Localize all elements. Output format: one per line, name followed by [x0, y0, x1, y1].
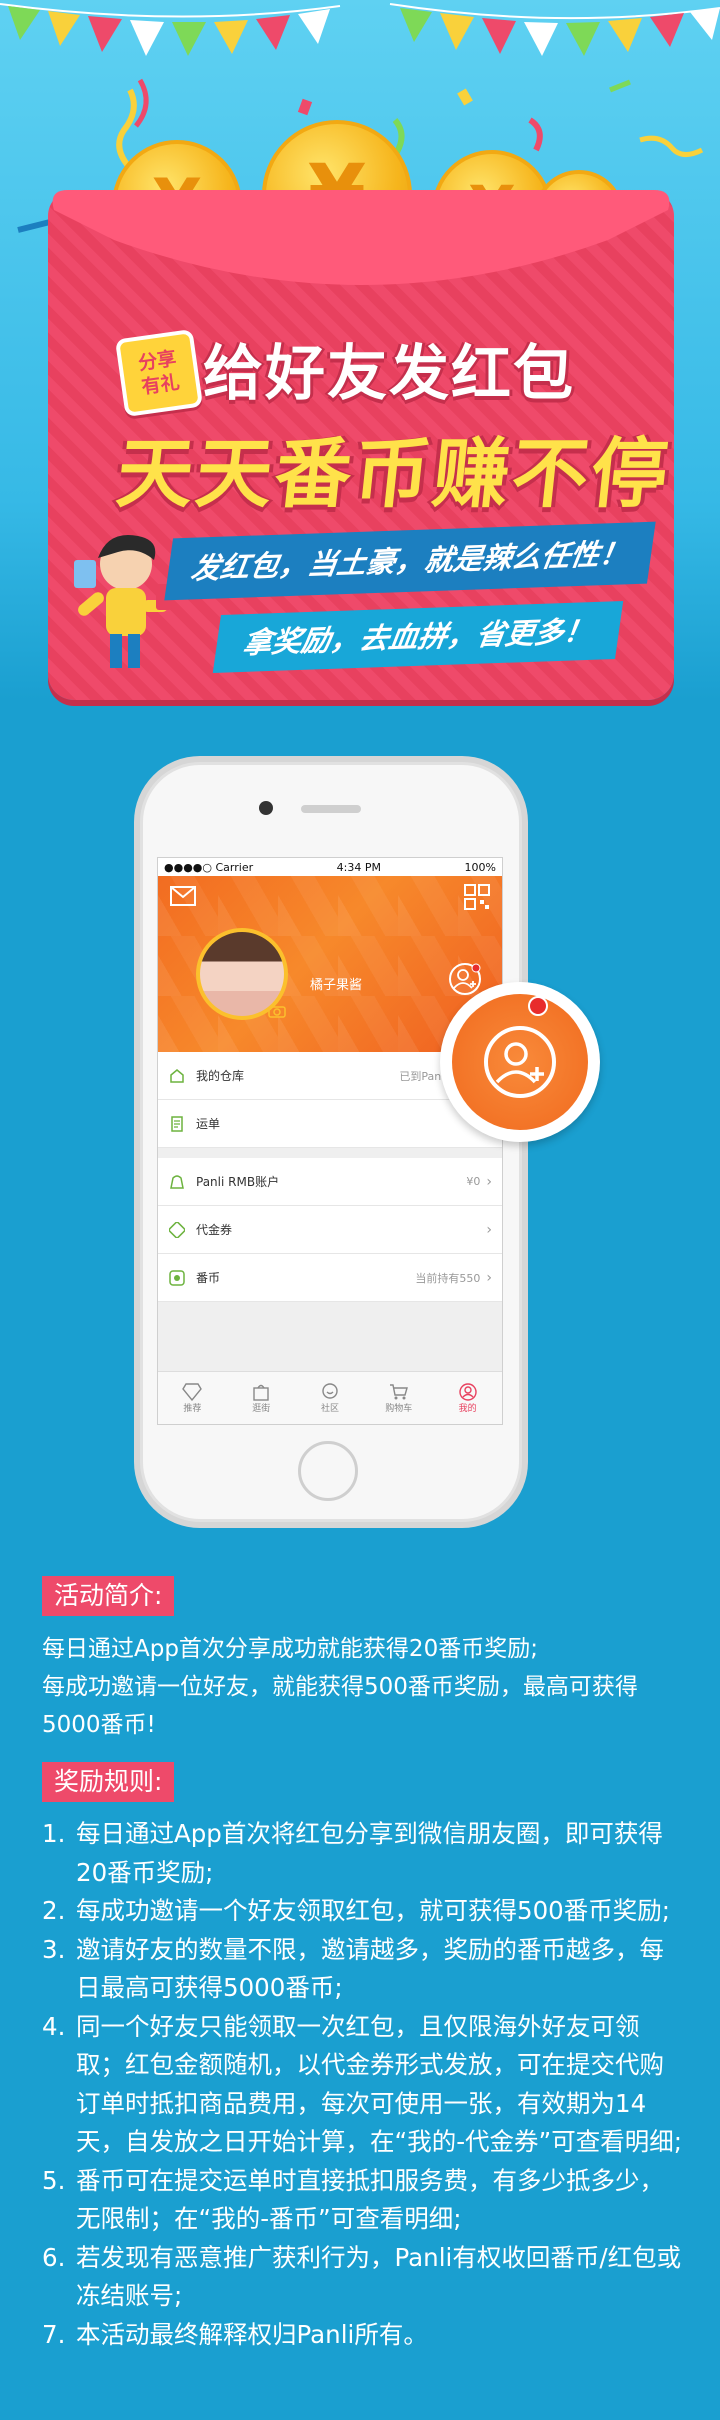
tab-cart[interactable]: 购物车: [364, 1372, 433, 1424]
battery-label: 100%: [464, 860, 496, 874]
rule-item: 3. 邀请好友的数量不限，邀请越多，奖励的番币越多，每日最高可获得5000番币;: [42, 1934, 664, 2003]
add-friend-highlight: [440, 982, 600, 1142]
add-friend-icon[interactable]: [448, 962, 482, 996]
rule-item: 4. 同一个好友只能领取一次红包，且仅限海外好友可领取；红包金额随机，以代金券形式…: [42, 2011, 682, 2157]
waybill-icon: [168, 1115, 186, 1133]
rule-item: 1. 每日通过App首次将红包分享到微信朋友圈，即可获得20番币奖励;: [42, 1819, 663, 1887]
phone-camera: [259, 801, 273, 815]
intro-heading: 活动简介:: [42, 1576, 175, 1616]
phone-speaker: [301, 805, 361, 813]
tab-community[interactable]: 社区: [296, 1372, 365, 1424]
qr-code-icon[interactable]: [464, 884, 490, 910]
diamond-icon: [182, 1382, 203, 1401]
tab-shopping[interactable]: 逛街: [227, 1372, 296, 1424]
menu-row-waybill[interactable]: 运单 ›: [158, 1100, 502, 1148]
tab-recommend[interactable]: 推荐: [158, 1372, 227, 1424]
warehouse-icon: [168, 1067, 186, 1085]
share-gift-badge: 分享 有礼: [114, 328, 204, 418]
tab-mine[interactable]: 我的: [433, 1372, 502, 1424]
rules-heading: 奖励规则:: [42, 1762, 175, 1802]
mail-icon[interactable]: [170, 886, 196, 906]
chat-icon: [322, 1382, 338, 1399]
rule-item: 7. 本活动最终解释权归Panli所有。: [42, 2319, 428, 2349]
hero-title-line2: 天天番币赚不停: [112, 429, 675, 518]
rule-item: 5. 番币可在提交运单时直接抵扣服务费，有多少抵多少，无限制；在“我的-番币”可查…: [42, 2165, 664, 2234]
app-screen: ●●●●○ Carrier 4:34 PM 100% 橘子果酱 我的仓库 已到P…: [157, 857, 503, 1425]
tab-bar: 推荐 逛街 社区 购物车 我的: [158, 1371, 502, 1424]
promo-page: ¥ ¥ ¥ ¥ 分享有礼 给好友发红包 天天番币赚不停 发红包，当土豪，就是辣么…: [0, 0, 720, 2420]
intro-line-1: 每日通过App首次分享成功就能获得20番币奖励;: [42, 1636, 538, 1662]
red-envelope: ¥ ¥ ¥ ¥ 分享有礼 给好友发红包 天天番币赚不停 发红包，当土豪，就是辣么…: [48, 120, 675, 700]
wallet-icon: [168, 1173, 186, 1191]
coupon-icon: [168, 1221, 186, 1239]
time-label: 4:34 PM: [336, 860, 381, 874]
chevron-right-icon: ›: [486, 1173, 492, 1190]
carrier-label: ●●●●○ Carrier: [164, 860, 254, 874]
mascot-boy-icon: [74, 534, 172, 668]
hero-title-line1: 给好友发红包: [203, 339, 575, 409]
bunting-decoration: [0, 3, 720, 56]
envelope-flap: [52, 190, 670, 285]
coin-icon: [168, 1269, 186, 1287]
rules-list: 1. 每日通过App首次将红包分享到微信朋友圈，即可获得20番币奖励; 2. 每成功…: [42, 1815, 682, 2354]
cart-icon: [389, 1383, 408, 1399]
user-icon: [458, 1382, 477, 1401]
menu-row-coins[interactable]: 番币 当前持有550 ›: [158, 1254, 502, 1302]
phone-home-button: [298, 1441, 358, 1501]
chevron-right-icon: ›: [486, 1221, 492, 1238]
bag-icon: [253, 1384, 269, 1401]
menu-row-coupon[interactable]: 代金券 ›: [158, 1206, 502, 1254]
username: 橘子果酱: [310, 978, 363, 993]
rule-item: 2. 每成功邀请一个好友领取红包，就可获得500番币奖励;: [42, 1896, 671, 1925]
chevron-right-icon: ›: [486, 1269, 492, 1286]
notification-dot: [528, 996, 548, 1016]
rule-item: 6. 若发现有恶意推广获利行为，Panli有权收回番币/红包或冻结账号;: [42, 2242, 682, 2311]
intro-line-2: 每成功邀请一位好友，就能获得500番币奖励，最高可获得5000番币!: [42, 1674, 638, 1738]
status-bar: ●●●●○ Carrier 4:34 PM 100%: [158, 858, 502, 876]
menu-row-rmb-account[interactable]: Panli RMB账户 ¥0 ›: [158, 1158, 502, 1206]
add-friend-icon: [484, 1026, 556, 1098]
camera-icon[interactable]: [268, 1004, 286, 1018]
phone-mockup: ●●●●○ Carrier 4:34 PM 100% 橘子果酱 我的仓库 已到P…: [140, 762, 522, 1522]
